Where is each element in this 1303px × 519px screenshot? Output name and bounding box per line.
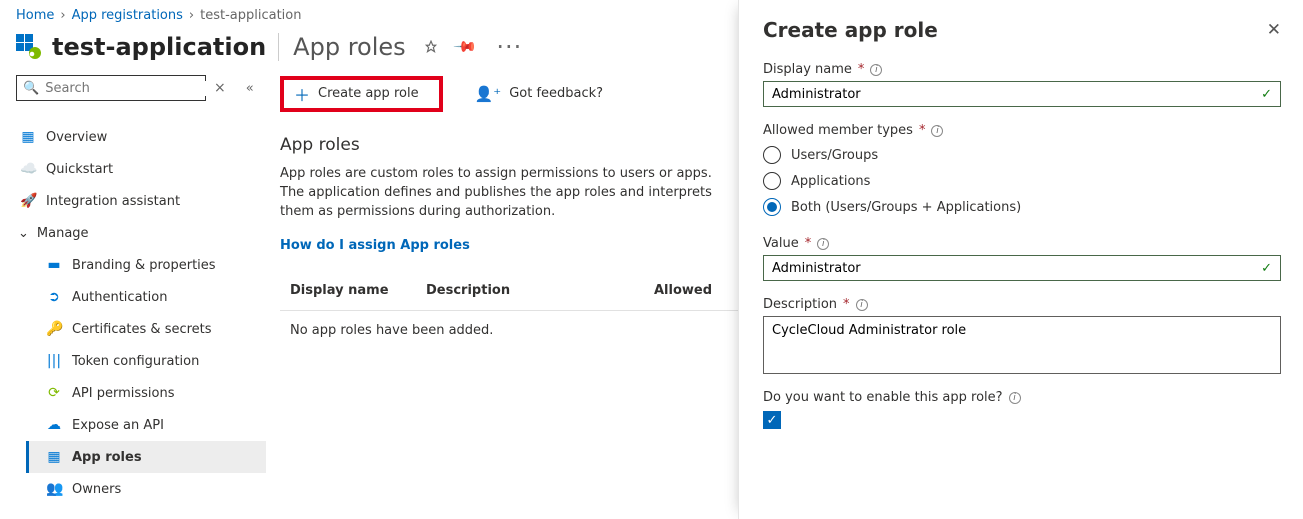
integration-icon: 🚀 xyxy=(20,193,36,209)
radio-icon xyxy=(763,146,781,164)
checkbox-icon: ✓ xyxy=(763,411,781,429)
plus-icon: ＋ xyxy=(294,82,310,106)
nav-authentication[interactable]: ➲ Authentication xyxy=(42,281,266,313)
create-app-role-panel: Create app role ✕ Display name * i ✓ All… xyxy=(738,0,1303,519)
nav-label: Integration assistant xyxy=(46,194,180,209)
nav-label: Token configuration xyxy=(72,354,199,369)
allowed-member-types-label: Allowed member types xyxy=(763,123,913,138)
expose-api-icon: ☁ xyxy=(46,417,62,433)
required-asterisk: * xyxy=(805,236,812,251)
display-name-label: Display name xyxy=(763,62,852,77)
description-label: Description xyxy=(763,297,837,312)
nav-owners[interactable]: 👥 Owners xyxy=(42,473,266,505)
nav-group-label: Manage xyxy=(37,226,89,241)
nav-token[interactable]: ||| Token configuration xyxy=(42,345,266,377)
nav-label: Expose an API xyxy=(72,418,164,433)
clear-search-icon[interactable]: × xyxy=(214,80,226,96)
breadcrumb-home[interactable]: Home xyxy=(16,8,54,23)
nav-label: Certificates & secrets xyxy=(72,322,212,337)
valid-check-icon: ✓ xyxy=(1261,261,1272,276)
close-panel-button[interactable]: ✕ xyxy=(1267,20,1281,40)
search-box[interactable]: 🔍 xyxy=(16,75,206,101)
breadcrumb-app-registrations[interactable]: App registrations xyxy=(72,8,183,23)
nav-branding[interactable]: ▬ Branding & properties xyxy=(42,249,266,281)
quickstart-icon: ☁️ xyxy=(20,161,36,177)
required-asterisk: * xyxy=(858,62,865,77)
valid-check-icon: ✓ xyxy=(1261,87,1272,102)
member-type-applications-radio[interactable]: Applications xyxy=(763,168,1281,194)
value-field[interactable]: ✓ xyxy=(763,255,1281,281)
api-permissions-icon: ⟳ xyxy=(46,385,62,401)
nav-certificates[interactable]: 🔑 Certificates & secrets xyxy=(42,313,266,345)
col-display-name[interactable]: Display name xyxy=(280,283,426,298)
more-menu[interactable]: ··· xyxy=(496,33,522,61)
button-label: Got feedback? xyxy=(509,86,603,101)
col-description[interactable]: Description xyxy=(426,283,654,298)
nav-group-manage[interactable]: ⌄ Manage xyxy=(16,217,266,249)
nav-label: Owners xyxy=(72,482,121,497)
value-input[interactable] xyxy=(772,261,1255,276)
nav-api-permissions[interactable]: ⟳ API permissions xyxy=(42,377,266,409)
info-icon[interactable]: i xyxy=(870,64,882,76)
nav-label: Overview xyxy=(46,130,107,145)
radio-label: Applications xyxy=(791,174,870,189)
authentication-icon: ➲ xyxy=(46,289,62,305)
info-icon[interactable]: i xyxy=(817,238,829,250)
feedback-icon: 👤⁺ xyxy=(475,85,502,103)
info-icon[interactable]: i xyxy=(931,125,943,137)
pin-icon[interactable] xyxy=(424,40,438,54)
chevron-right-icon: › xyxy=(189,8,194,23)
overview-icon: ▦ xyxy=(20,129,36,145)
nav-label: Branding & properties xyxy=(72,258,216,273)
required-asterisk: * xyxy=(843,297,850,312)
display-name-input[interactable] xyxy=(772,87,1255,102)
button-label: Create app role xyxy=(318,86,419,101)
collapse-nav-icon[interactable]: « xyxy=(246,81,254,96)
feedback-button[interactable]: 👤⁺ Got feedback? xyxy=(465,79,614,109)
breadcrumb-current: test-application xyxy=(200,8,301,23)
create-app-role-button[interactable]: ＋ Create app role xyxy=(280,76,443,112)
info-icon[interactable]: i xyxy=(1009,392,1021,404)
description-input[interactable] xyxy=(772,323,1272,367)
certificates-icon: 🔑 xyxy=(46,321,62,337)
token-icon: ||| xyxy=(46,353,62,369)
page-title: test-application xyxy=(52,33,266,61)
nav-expose-api[interactable]: ☁ Expose an API xyxy=(42,409,266,441)
nav-label: Authentication xyxy=(72,290,167,305)
member-type-users-radio[interactable]: Users/Groups xyxy=(763,142,1281,168)
nav-quickstart[interactable]: ☁️ Quickstart xyxy=(16,153,266,185)
nav-integration-assistant[interactable]: 🚀 Integration assistant xyxy=(16,185,266,217)
pin-icon[interactable]: 📌 xyxy=(452,34,478,60)
nav-label: API permissions xyxy=(72,386,174,401)
chevron-right-icon: › xyxy=(60,8,65,23)
enable-checkbox[interactable]: ✓ xyxy=(763,411,1281,429)
chevron-down-icon: ⌄ xyxy=(18,226,29,241)
display-name-field[interactable]: ✓ xyxy=(763,81,1281,107)
radio-label: Users/Groups xyxy=(791,148,878,163)
owners-icon: 👥 xyxy=(46,481,62,497)
radio-icon xyxy=(763,172,781,190)
panel-title: Create app role xyxy=(763,18,938,42)
nav-label: Quickstart xyxy=(46,162,113,177)
info-icon[interactable]: i xyxy=(856,299,868,311)
radio-label: Both (Users/Groups + Applications) xyxy=(791,200,1021,215)
nav-label: App roles xyxy=(72,450,142,465)
section-description: App roles are custom roles to assign per… xyxy=(280,165,740,222)
branding-icon: ▬ xyxy=(46,257,62,273)
radio-icon xyxy=(763,198,781,216)
search-icon: 🔍 xyxy=(23,81,39,96)
nav-app-roles[interactable]: ▦ App roles xyxy=(26,441,266,473)
nav-overview[interactable]: ▦ Overview xyxy=(16,121,266,153)
enable-label: Do you want to enable this app role? xyxy=(763,390,1003,405)
search-input[interactable] xyxy=(45,81,215,96)
required-asterisk: * xyxy=(919,123,926,138)
app-roles-icon: ▦ xyxy=(46,449,62,465)
member-type-both-radio[interactable]: Both (Users/Groups + Applications) xyxy=(763,194,1281,220)
app-registration-icon xyxy=(16,34,42,60)
page-subtitle: App roles xyxy=(278,33,405,61)
description-field[interactable] xyxy=(763,316,1281,374)
value-label: Value xyxy=(763,236,799,251)
